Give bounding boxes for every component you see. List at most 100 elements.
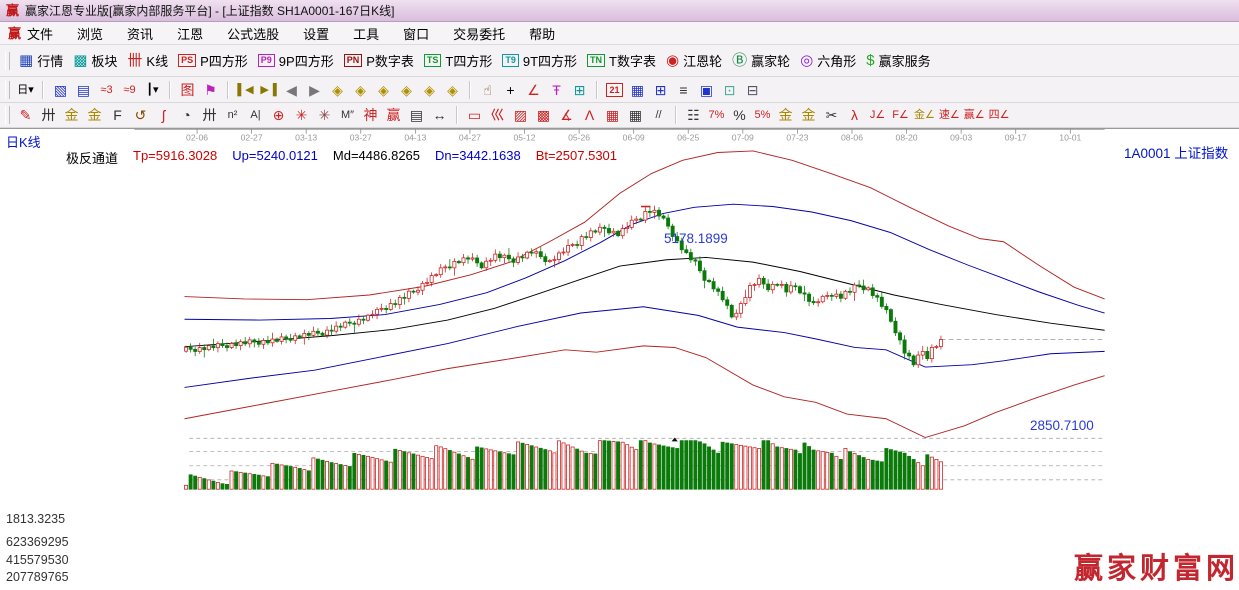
compress-bars-icon[interactable]: ◈ xyxy=(397,80,416,99)
save-icon[interactable]: ▣ xyxy=(697,80,716,99)
step-forward-icon[interactable]: ▶ xyxy=(305,80,324,99)
chart-layout-icon[interactable]: ▧ xyxy=(51,80,70,99)
angle-measure-icon[interactable]: ∠ xyxy=(524,80,543,99)
fibonacci-icon[interactable]: F xyxy=(108,106,127,125)
indicator-name: 极反通道 xyxy=(66,151,119,166)
seek-end-icon[interactable]: ▶▐ xyxy=(259,80,278,99)
percent-7-icon[interactable]: 7% xyxy=(707,106,726,125)
candle-style-dropdown[interactable]: ┃▾ xyxy=(143,80,162,99)
andrews-fork-icon[interactable]: A| xyxy=(246,106,265,125)
fan-lines-icon[interactable]: 巛 xyxy=(488,106,507,125)
ruler-123-icon[interactable]: ▤ xyxy=(407,106,426,125)
crosshair-icon[interactable]: + xyxy=(501,80,520,99)
fit-all-icon[interactable]: ◈ xyxy=(420,80,439,99)
a-wave-icon[interactable]: λ xyxy=(845,106,864,125)
赢家服务-button[interactable]: $ 赢家服务 xyxy=(866,51,930,70)
spider-web2-icon[interactable]: ✳ xyxy=(315,106,334,125)
menu-item-4[interactable]: 公式选股 xyxy=(227,24,279,43)
menu-item-2[interactable]: 资讯 xyxy=(127,24,153,43)
capture-icon[interactable]: ⊡ xyxy=(720,80,739,99)
menu-item-5[interactable]: 设置 xyxy=(303,24,329,43)
angle-f-icon[interactable]: F∠ xyxy=(891,106,910,125)
percent-icon[interactable]: % xyxy=(730,106,749,125)
kchart-style-icon[interactable]: 图 xyxy=(178,80,197,99)
menu-item-0[interactable]: 文件 xyxy=(27,24,53,43)
circle-target-icon[interactable]: ⊕ xyxy=(269,106,288,125)
gold-circle-icon[interactable]: 金 xyxy=(776,106,795,125)
expand-bars-icon[interactable]: ◈ xyxy=(374,80,393,99)
spider-web-icon[interactable]: ✳ xyxy=(292,106,311,125)
gold-bar-icon[interactable]: 金 xyxy=(799,106,818,125)
clipboard-icon[interactable]: ▤ xyxy=(74,80,93,99)
menu-item-1[interactable]: 浏览 xyxy=(77,24,103,43)
hash-lines-icon[interactable]: 卅 xyxy=(39,106,58,125)
P四方形-button[interactable]: PS P四方形 xyxy=(178,51,248,70)
行情-button[interactable]: ▦ 行情 xyxy=(19,51,63,70)
赢家轮-button[interactable]: Ⓑ 赢家轮 xyxy=(732,51,790,70)
zoom-in-x-icon[interactable]: ◈ xyxy=(351,80,370,99)
angle-gold-icon[interactable]: 金∠ xyxy=(914,106,935,125)
grid-dense-icon[interactable]: ▦ xyxy=(603,106,622,125)
step-back-icon[interactable]: ◀ xyxy=(282,80,301,99)
9T四方形-button[interactable]: T9 9T四方形 xyxy=(502,51,577,70)
grid-dense2-icon[interactable]: ▦ xyxy=(626,106,645,125)
flag-icon[interactable]: ⚑ xyxy=(201,80,220,99)
gann-gold-grid2-icon[interactable]: 金 xyxy=(85,106,104,125)
angle-speed-icon[interactable]: 速∠ xyxy=(939,106,960,125)
spiral-icon[interactable]: ↺ xyxy=(131,106,150,125)
zigzag-line-icon[interactable]: Λ xyxy=(580,106,599,125)
menu-item-9[interactable]: 帮助 xyxy=(529,24,555,43)
zoom-out-x-icon[interactable]: ◈ xyxy=(328,80,347,99)
angle-four-icon[interactable]: 四∠ xyxy=(989,106,1010,125)
calendar-icon[interactable]: 21 xyxy=(605,80,624,99)
menu-item-6[interactable]: 工具 xyxy=(353,24,379,43)
shaded-rect-icon[interactable]: ▨ xyxy=(511,106,530,125)
reset-view-icon[interactable]: ◈ xyxy=(443,80,462,99)
clock-circle-icon[interactable]: ◔ xyxy=(177,106,196,125)
9P四方形-button[interactable]: P9 9P四方形 xyxy=(257,51,334,70)
chart-canvas[interactable]: 02-06 02-27 03-13 03-27 04-13 04-27 05-12 05-26… xyxy=(0,129,1239,590)
angle-win-icon[interactable]: 赢∠ xyxy=(964,106,985,125)
T四方形-button[interactable]: TS T四方形 xyxy=(423,51,492,70)
menu-item-8[interactable]: 交易委托 xyxy=(453,24,505,43)
六角形-button[interactable]: ◎ 六角形 xyxy=(800,51,856,70)
n-squared-icon[interactable]: n² xyxy=(223,106,242,125)
slash-lines-icon[interactable]: // xyxy=(649,106,668,125)
m-pattern-icon[interactable]: M″ xyxy=(338,106,357,125)
K线-button[interactable]: 卌 K线 xyxy=(127,51,168,70)
trend-angle-icon[interactable]: ∡ xyxy=(557,106,576,125)
print-icon[interactable]: ⊟ xyxy=(743,80,762,99)
shen-tool-icon[interactable]: 神 xyxy=(361,106,380,125)
calculator-icon[interactable]: ▦ xyxy=(628,80,647,99)
brush-icon[interactable]: ʃ xyxy=(154,106,173,125)
knife-icon[interactable]: ✂ xyxy=(822,106,841,125)
t-tool-icon[interactable]: Ŧ xyxy=(547,80,566,99)
P数字表-button[interactable]: PN P数字表 xyxy=(343,51,414,70)
hand-pan-icon[interactable]: ☝ xyxy=(478,80,497,99)
grid-net-icon[interactable]: ⊞ xyxy=(570,80,589,99)
menu-item-7[interactable]: 窗口 xyxy=(403,24,429,43)
width-measure-icon[interactable]: ↔ xyxy=(430,106,449,125)
rect-select-icon[interactable]: ▭ xyxy=(465,106,484,125)
hash-lines2-icon[interactable]: 卅 xyxy=(200,106,219,125)
symbol-label[interactable]: 1A0001 上证指数 xyxy=(1124,142,1228,162)
menu-item-3[interactable]: 江恩 xyxy=(177,24,203,43)
seek-start-icon[interactable]: ▌◀ xyxy=(236,80,255,99)
ladder-icon[interactable]: ☷ xyxy=(684,106,703,125)
percent-5-icon[interactable]: 5% xyxy=(753,106,772,125)
table-view-icon[interactable]: ⊞ xyxy=(651,80,670,99)
shaded-rect2-icon[interactable]: ▩ xyxy=(534,106,553,125)
notes-icon[interactable]: ≡ xyxy=(674,80,693,99)
gann-gold-grid-icon[interactable]: 金 xyxy=(62,106,81,125)
period-label[interactable]: 日K线 xyxy=(6,132,41,151)
pen-line-icon[interactable]: ✎ xyxy=(16,106,35,125)
江恩轮-button[interactable]: ◉ 江恩轮 xyxy=(666,51,722,70)
T数字表-button[interactable]: TN T数字表 xyxy=(587,51,656,70)
板块-button[interactable]: ▩ 板块 xyxy=(73,51,117,70)
period-day-dropdown[interactable]: 日▾ xyxy=(16,80,35,99)
angle-j-icon[interactable]: J∠ xyxy=(868,106,887,125)
wave-9-icon[interactable]: ≈9 xyxy=(120,80,139,99)
wave-3-icon[interactable]: ≈3 xyxy=(97,80,116,99)
volume-bar xyxy=(293,466,298,490)
win-tool-icon[interactable]: 赢 xyxy=(384,106,403,125)
